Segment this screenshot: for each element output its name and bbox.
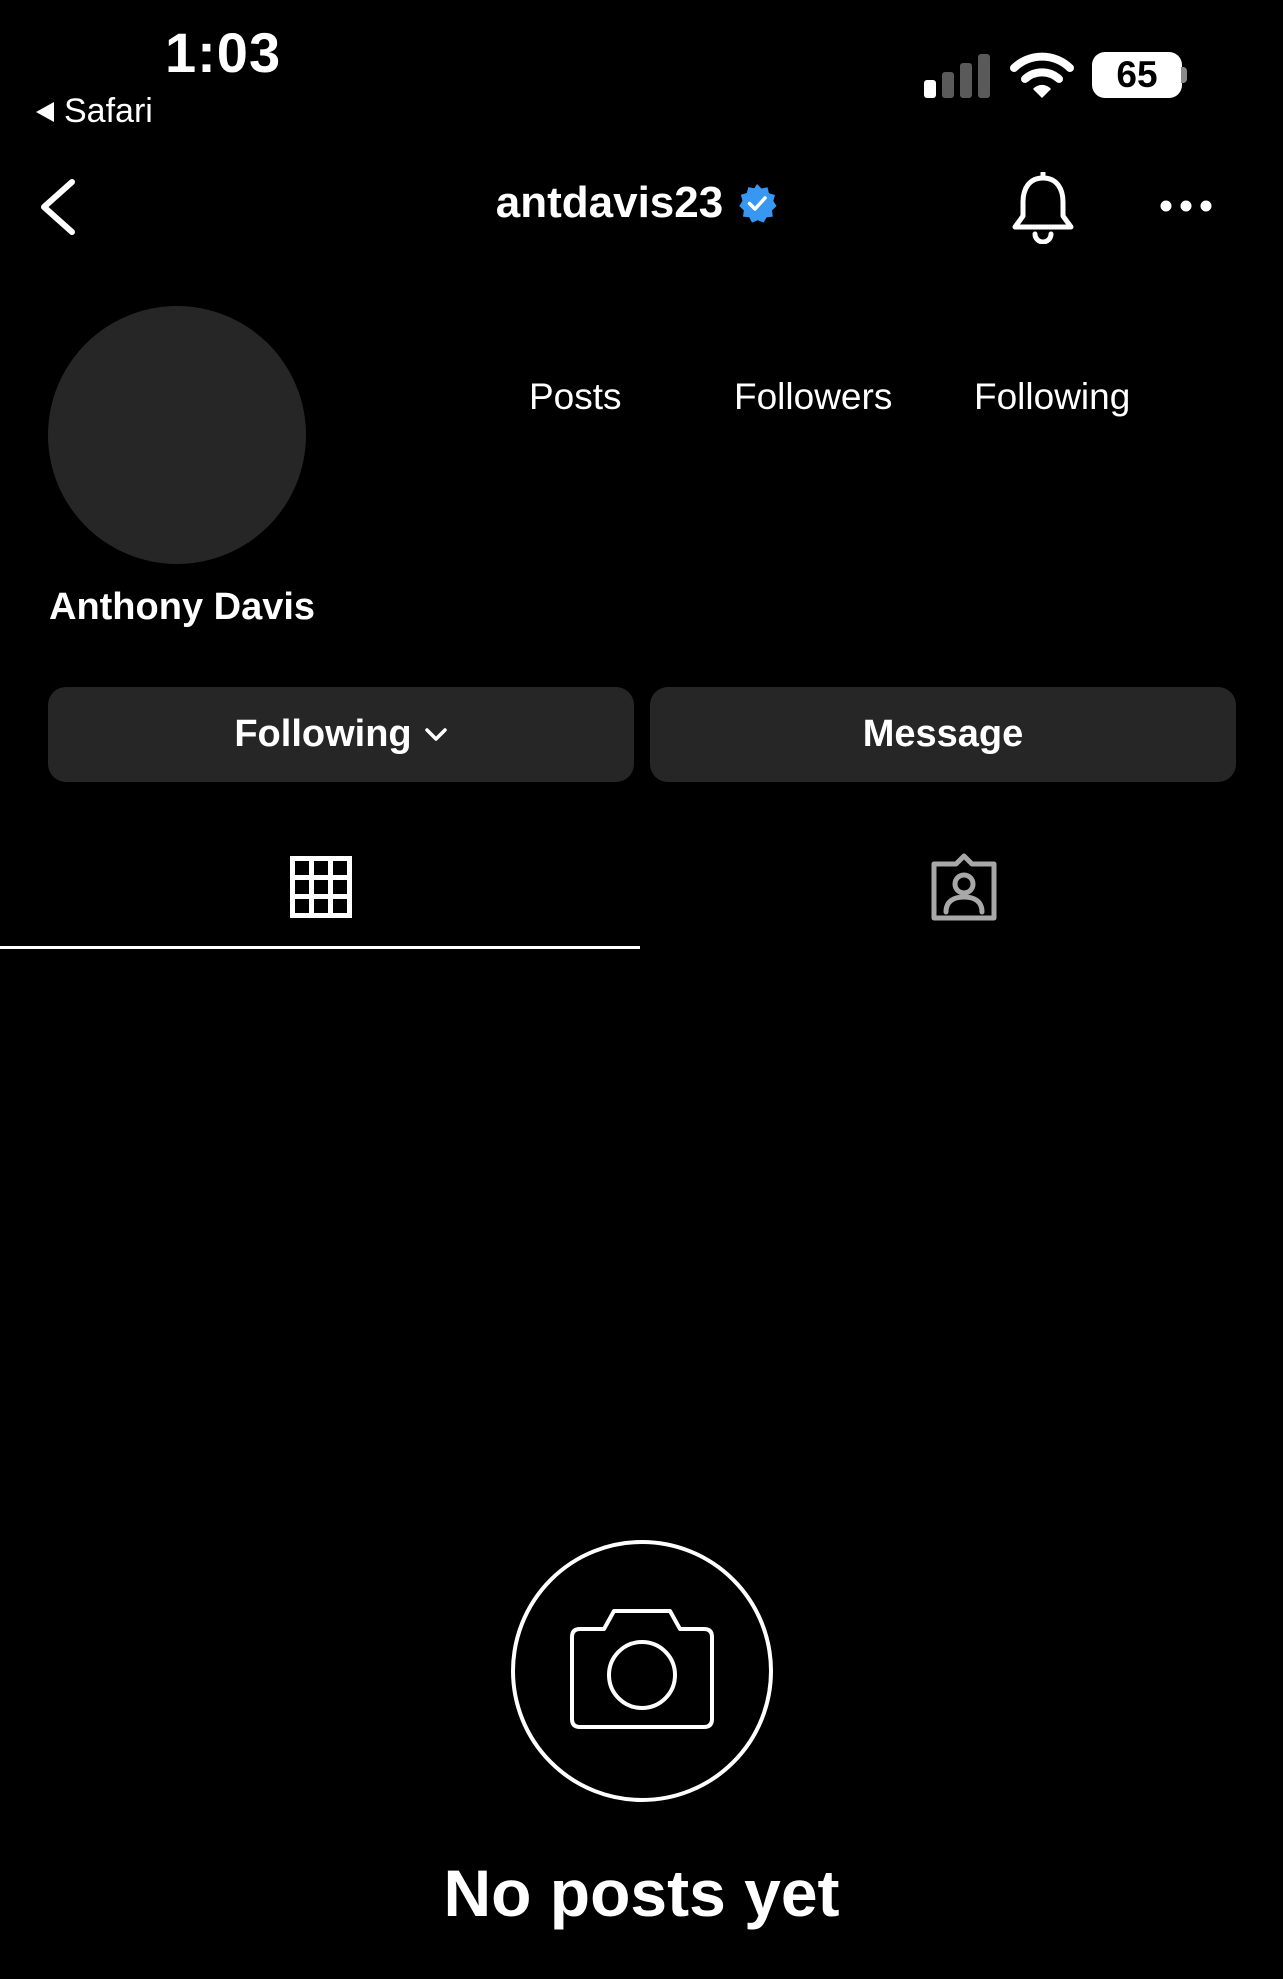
back-triangle-icon	[36, 101, 54, 122]
following-button[interactable]: Following	[48, 687, 634, 782]
wifi-icon	[1010, 52, 1074, 98]
back-app-label: Safari	[64, 92, 153, 130]
active-tab-indicator	[0, 946, 640, 949]
following-stat-label[interactable]: Following	[974, 376, 1130, 418]
verified-badge-icon	[739, 184, 777, 223]
profile-full-name: Anthony Davis	[49, 586, 316, 628]
followers-stat-label[interactable]: Followers	[734, 376, 892, 418]
avatar[interactable]	[48, 306, 306, 564]
more-options-icon[interactable]	[1160, 196, 1212, 216]
tagged-person-icon	[931, 853, 997, 921]
profile-title: antdavis23	[0, 178, 1283, 228]
notification-bell-icon[interactable]	[1010, 172, 1076, 244]
battery-indicator: 65	[1092, 52, 1182, 98]
grid-icon	[290, 856, 352, 918]
status-time: 1:03	[165, 21, 282, 84]
cellular-signal-icon	[924, 54, 990, 98]
posts-stat-label[interactable]: Posts	[529, 376, 622, 418]
message-button[interactable]: Message	[650, 687, 1236, 782]
following-button-label: Following	[234, 713, 412, 755]
back-to-app-link[interactable]: Safari	[36, 92, 153, 131]
camera-icon	[511, 1540, 773, 1802]
username: antdavis23	[495, 178, 724, 227]
message-button-label: Message	[862, 713, 1024, 755]
battery-tip	[1181, 67, 1187, 83]
empty-state-title: No posts yet	[443, 1856, 840, 1930]
chevron-down-icon	[424, 727, 447, 741]
